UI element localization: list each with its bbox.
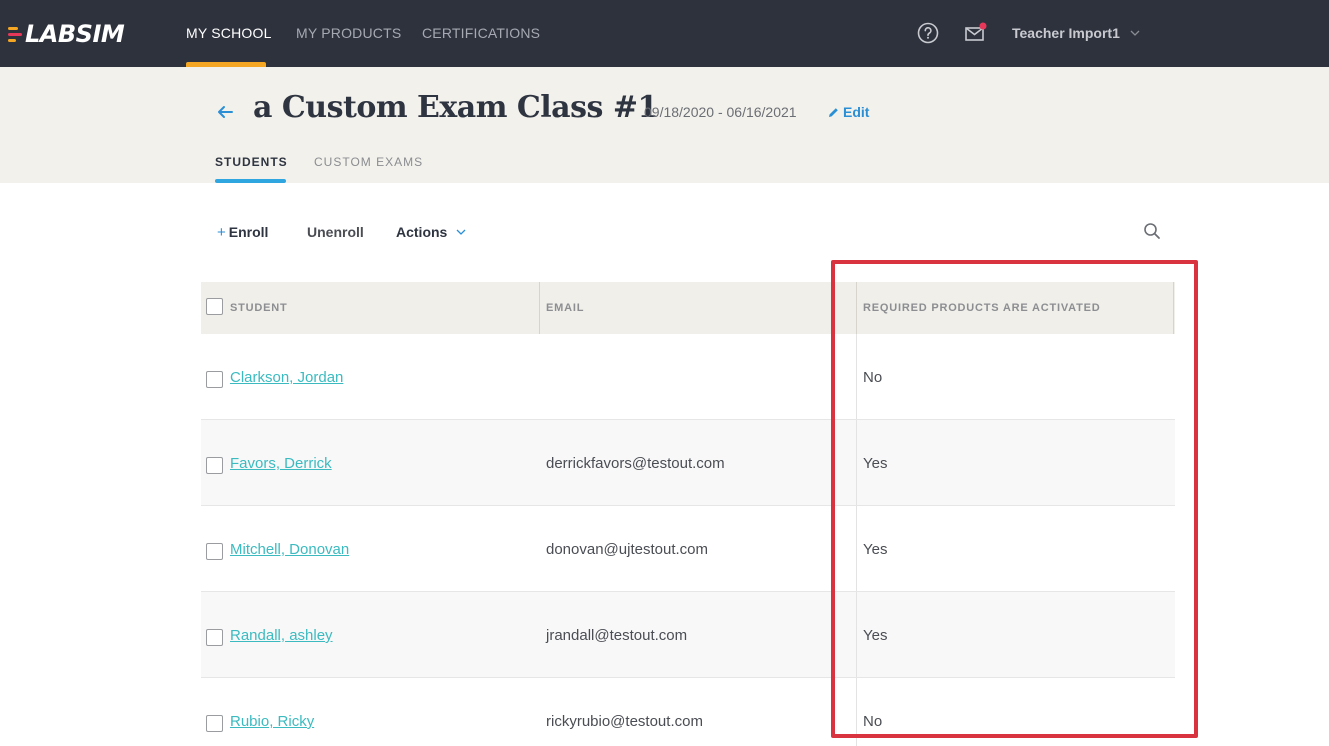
labsim-logo[interactable]: LABSIM [8,20,125,48]
row-checkbox[interactable] [206,371,223,388]
nav-my-products[interactable]: MY PRODUCTS [296,25,401,41]
pencil-icon [829,107,838,117]
student-email: derrickfavors@testout.com [546,455,725,472]
column-divider [539,282,540,334]
chevron-down-icon [1130,30,1140,36]
search-icon[interactable] [1143,222,1161,240]
enroll-label: Enroll [228,224,269,240]
nav-certifications[interactable]: CERTIFICATIONS [422,25,540,41]
mail-icon[interactable] [964,22,988,44]
tab-custom-exams[interactable]: CUSTOM EXAMS [314,155,423,169]
student-link[interactable]: Favors, Derrick [230,455,332,472]
top-navbar: LABSIM MY SCHOOL MY PRODUCTS CERTIFICATI… [0,0,1329,67]
unenroll-button[interactable]: Unenroll [307,224,364,240]
nav-my-school[interactable]: MY SCHOOL [186,25,272,41]
tab-students[interactable]: STUDENTS [215,155,288,169]
notification-dot [979,22,987,30]
student-email: jrandall@testout.com [546,627,688,644]
row-checkbox[interactable] [206,715,223,732]
tab-active-indicator [215,179,286,183]
back-arrow-icon[interactable] [215,102,235,122]
student-link[interactable]: Randall, ashley [230,627,333,644]
enroll-button[interactable]: + Enroll [217,224,268,241]
row-checkbox[interactable] [206,457,223,474]
student-email: donovan@ujtestout.com [546,541,708,558]
student-link[interactable]: Mitchell, Donovan [230,541,349,558]
column-header-student[interactable]: STUDENT [230,282,288,334]
row-checkbox[interactable] [206,543,223,560]
student-link[interactable]: Clarkson, Jordan [230,369,343,386]
class-date-range: 09/18/2020 - 06/16/2021 [644,104,797,120]
plus-icon: + [217,224,226,241]
student-link[interactable]: Rubio, Ricky [230,713,314,730]
page-title: a Custom Exam Class #1 [253,90,658,125]
chevron-down-icon [456,229,466,235]
help-icon[interactable] [917,22,939,44]
select-all-checkbox[interactable] [206,298,223,315]
student-email: rickyrubio@testout.com [546,713,703,730]
highlight-box [831,260,1198,738]
user-menu[interactable]: Teacher Import1 [1012,25,1140,41]
edit-button[interactable]: Edit [828,104,869,120]
class-header [0,67,1329,183]
column-header-email[interactable]: EMAIL [546,282,584,334]
user-name: Teacher Import1 [1012,25,1120,41]
edit-label: Edit [843,104,870,120]
logo-text: LABSIM [25,20,125,48]
row-checkbox[interactable] [206,629,223,646]
actions-label: Actions [396,224,448,240]
logo-speed-lines [8,26,22,42]
actions-dropdown[interactable]: Actions [396,224,466,240]
